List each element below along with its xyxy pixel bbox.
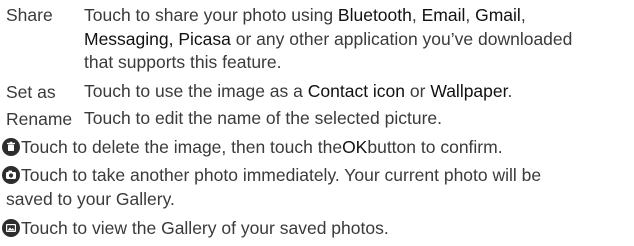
desc-text: . [507,81,513,101]
gallery-icon [2,219,20,237]
desc-text: or any other application you’ve download… [230,28,573,49]
desc-text: , [520,5,526,25]
camera-line-continued: saved to your Gallery. [6,189,175,209]
keyword-email: Email [421,5,466,25]
delete-line: Touch to delete the image, then touch th… [2,136,503,158]
line-text: button to confirm. [367,137,503,157]
line-text: Touch to view the Gallery of your saved … [21,218,389,238]
keyword-contact-icon: Contact icon [307,81,406,101]
desc-text: , [465,5,476,25]
keyword-wallpaper: Wallpaper [430,81,508,101]
desc-set-as: Touch to use the image as a Contact icon… [84,80,634,104]
desc-text: Touch to edit the name of the selected p… [84,108,442,128]
desc-text: or [405,81,431,101]
desc-share: Touch to share your photo using Bluetoot… [84,4,634,75]
keyword-messaging-picasa: Messaging, Picasa [84,28,231,49]
term-share: Share [6,5,53,25]
desc-rename: Touch to edit the name of the selected p… [84,107,634,131]
term-set-as: Set as [6,82,56,102]
term-rename: Rename [6,109,73,129]
desc-text: that supports this feature. [84,52,282,72]
desc-text: , [411,5,422,25]
camera-line: Touch to take another photo immediately.… [2,164,541,186]
line-text: Touch to take another photo immediately.… [21,165,542,185]
desc-text: Touch to use the image as a [84,81,308,101]
desc-text: Touch to share your photo using [84,5,338,25]
keyword-bluetooth: Bluetooth [337,5,412,25]
manual-page: Share Touch to share your photo using Bl… [0,0,634,246]
delete-icon [2,138,20,156]
camera-icon [2,166,20,184]
keyword-ok: OK [342,137,368,157]
keyword-gmail: Gmail [475,5,521,25]
line-text: Touch to delete the image, then touch th… [21,137,343,157]
gallery-line: Touch to view the Gallery of your saved … [2,217,389,239]
